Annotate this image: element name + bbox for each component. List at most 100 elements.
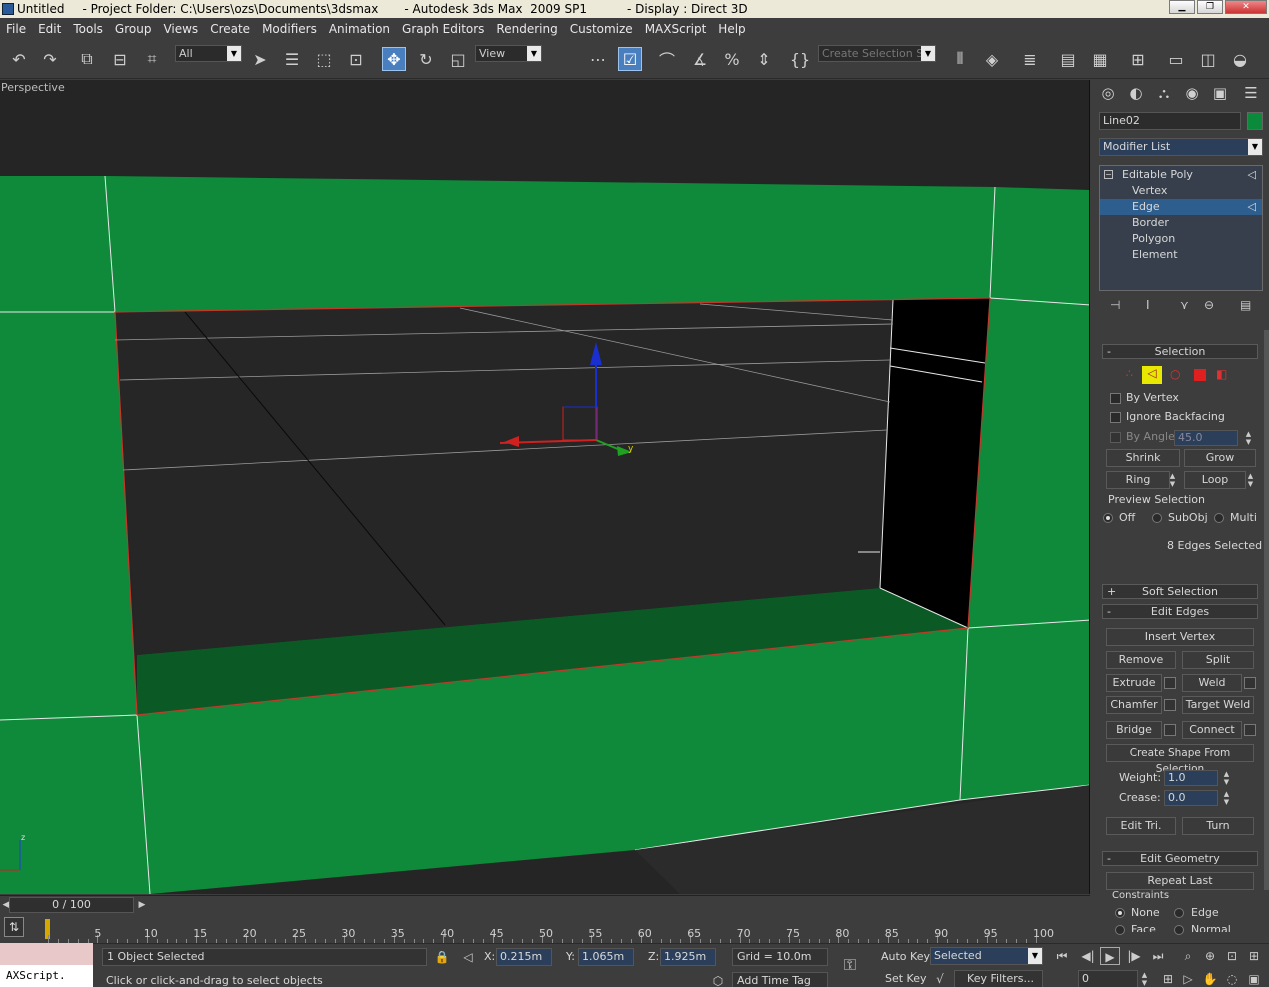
stack-item-edge[interactable]: Edge ◁ (1100, 199, 1262, 215)
collapse-icon[interactable]: − (1104, 170, 1113, 179)
ring-spinner-icon[interactable]: ▲ ▼ (1168, 472, 1177, 488)
time-tag-icon[interactable]: ⬡ (708, 972, 728, 987)
make-unique-icon[interactable]: ⋎ (1180, 298, 1189, 312)
undo-icon[interactable]: ↶ (7, 47, 31, 71)
menu-graph-editors[interactable]: Graph Editors (396, 22, 490, 36)
set-key-button[interactable]: Set Key (885, 972, 927, 985)
stack-item-border[interactable]: Border (1100, 215, 1262, 231)
weight-spinner[interactable]: 1.0 (1164, 770, 1218, 786)
loop-button[interactable]: Loop (1184, 471, 1246, 489)
quick-render-icon[interactable]: ◒ (1228, 47, 1252, 71)
connect-button[interactable]: Connect (1182, 721, 1242, 739)
menu-group[interactable]: Group (109, 22, 158, 36)
scale-icon[interactable]: ◱ (446, 47, 470, 71)
menu-customize[interactable]: Customize (564, 22, 639, 36)
rotate-icon[interactable]: ↻ (414, 47, 438, 71)
maxscript-listener-pink[interactable] (0, 943, 93, 965)
zoom-all-icon[interactable]: ⊕ (1200, 947, 1220, 965)
track-bar[interactable]: ⇅ 5 10 15 20 25 30 35 40 45 50 55 60 65 70 75 80 85 90 95 1… (0, 913, 1090, 943)
soft-selection-rollout-header[interactable]: + Soft Selection (1102, 584, 1258, 599)
object-name-field[interactable]: Line02 (1099, 112, 1241, 130)
time-config-icon[interactable]: ⊞ (1158, 970, 1178, 987)
rendered-frame-icon[interactable]: ◫ (1196, 47, 1220, 71)
schematic-view-icon[interactable]: ▦ (1088, 47, 1112, 71)
polygon-icon[interactable] (1194, 369, 1206, 381)
zoom-icon[interactable]: ⌕ (1178, 947, 1198, 965)
spinner-arrows-icon[interactable]: ▲ ▼ (1244, 430, 1253, 446)
constraint-edge-radio[interactable] (1174, 908, 1184, 918)
window-crossing-icon[interactable]: ⊡ (344, 47, 368, 71)
configure-sets-icon[interactable]: ▤ (1240, 298, 1251, 312)
x-coordinate-field[interactable]: 0.215m (496, 948, 552, 966)
pin-stack-icon[interactable]: ⊣ (1110, 298, 1120, 312)
stack-item-vertex[interactable]: Vertex (1100, 183, 1262, 199)
menu-modifiers[interactable]: Modifiers (256, 22, 323, 36)
next-frame-icon[interactable]: ▶ (136, 897, 148, 913)
render-setup-icon[interactable]: ▭ (1164, 47, 1188, 71)
zoom-extents-icon[interactable]: ⊡ (1222, 947, 1242, 965)
viewport-label[interactable]: Perspective (1, 81, 65, 94)
vertex-icon[interactable]: ∴ (1126, 367, 1133, 380)
zoom-extents-all-icon[interactable]: ⊞ (1244, 947, 1264, 965)
time-slider-thumb[interactable]: 0 / 100 (9, 897, 134, 913)
bridge-settings-button[interactable] (1164, 724, 1176, 736)
bind-space-warp-icon[interactable]: ⌗ (140, 47, 164, 71)
ring-button[interactable]: Ring (1106, 471, 1170, 489)
preview-multi-radio[interactable] (1214, 513, 1224, 523)
previous-key-icon[interactable]: ◀| (1078, 947, 1098, 965)
field-of-view-icon[interactable]: ▷ (1178, 970, 1198, 987)
edit-geometry-rollout-header[interactable]: - Edit Geometry (1102, 851, 1258, 866)
extrude-settings-button[interactable] (1164, 677, 1176, 689)
pan-icon[interactable]: ✋ (1200, 970, 1220, 987)
redo-icon[interactable]: ↷ (38, 47, 62, 71)
z-coordinate-field[interactable]: 1.925m (660, 948, 716, 966)
lock-selection-icon[interactable]: 🔒 (432, 948, 452, 966)
insert-vertex-button[interactable]: Insert Vertex (1106, 628, 1254, 646)
layer-manager-icon[interactable]: ≣ (1018, 47, 1042, 71)
align-icon[interactable]: ◈ (980, 47, 1004, 71)
by-angle-spinner[interactable]: 45.0 (1174, 430, 1238, 446)
go-to-start-icon[interactable]: ⏮ (1052, 947, 1072, 965)
curve-editor-icon[interactable]: ▤ (1056, 47, 1080, 71)
stack-item-polygon[interactable]: Polygon (1100, 231, 1262, 247)
selection-rollout-header[interactable]: - Selection (1102, 344, 1258, 359)
select-manipulate-icon[interactable]: ☑ (618, 47, 642, 71)
remove-modifier-icon[interactable]: ⊖ (1204, 298, 1214, 312)
border-icon[interactable]: ○ (1170, 367, 1180, 381)
angle-snap-icon[interactable]: ∡ (688, 47, 712, 71)
crease-spinner[interactable]: 0.0 (1164, 790, 1218, 806)
bridge-button[interactable]: Bridge (1106, 721, 1162, 739)
auto-key-button[interactable]: Auto Key (881, 950, 930, 963)
percent-snap-icon[interactable]: % (720, 47, 744, 71)
edit-edges-rollout-header[interactable]: - Edit Edges (1102, 604, 1258, 619)
go-to-end-icon[interactable]: ⏭ (1148, 947, 1168, 965)
split-button[interactable]: Split (1182, 651, 1254, 669)
constraint-face-radio[interactable] (1115, 925, 1125, 935)
element-icon[interactable]: ◧ (1216, 367, 1227, 381)
spinner-arrows-icon[interactable]: ▲ ▼ (1222, 770, 1231, 786)
target-weld-button[interactable]: Target Weld (1182, 696, 1254, 714)
preview-off-radio[interactable] (1103, 513, 1113, 523)
named-selection-icon[interactable]: {} (788, 47, 812, 71)
reference-coord-dropdown[interactable]: View ▼ (475, 45, 542, 62)
absolute-mode-icon[interactable]: ◁ (458, 948, 478, 966)
remove-button[interactable]: Remove (1106, 651, 1176, 669)
set-key-icon[interactable]: ⚿ (840, 956, 860, 974)
menu-create[interactable]: Create (204, 22, 256, 36)
command-panel-scrollbar[interactable] (1264, 330, 1269, 890)
loop-spinner-icon[interactable]: ▲ ▼ (1246, 472, 1255, 488)
connect-settings-button[interactable] (1244, 724, 1256, 736)
spinner-arrows-icon[interactable]: ▲ ▼ (1140, 971, 1149, 987)
modify-tab-icon[interactable]: ◐ (1124, 84, 1148, 106)
menu-tools[interactable]: Tools (67, 22, 109, 36)
open-mini-curve-editor-icon[interactable]: ⇅ (4, 917, 24, 937)
extrude-button[interactable]: Extrude (1106, 674, 1162, 692)
perspective-viewport[interactable]: y z Perspective (0, 80, 1090, 894)
by-angle-checkbox[interactable] (1110, 432, 1121, 443)
constraint-normal-radio[interactable] (1174, 925, 1184, 935)
display-tab-icon[interactable]: ▣ (1208, 84, 1232, 106)
motion-tab-icon[interactable]: ◉ (1180, 84, 1204, 106)
add-time-tag-button[interactable]: Add Time Tag (732, 972, 828, 987)
mirror-icon[interactable]: ⫴ (948, 47, 972, 71)
minimize-button[interactable]: ▁ (1169, 0, 1195, 14)
